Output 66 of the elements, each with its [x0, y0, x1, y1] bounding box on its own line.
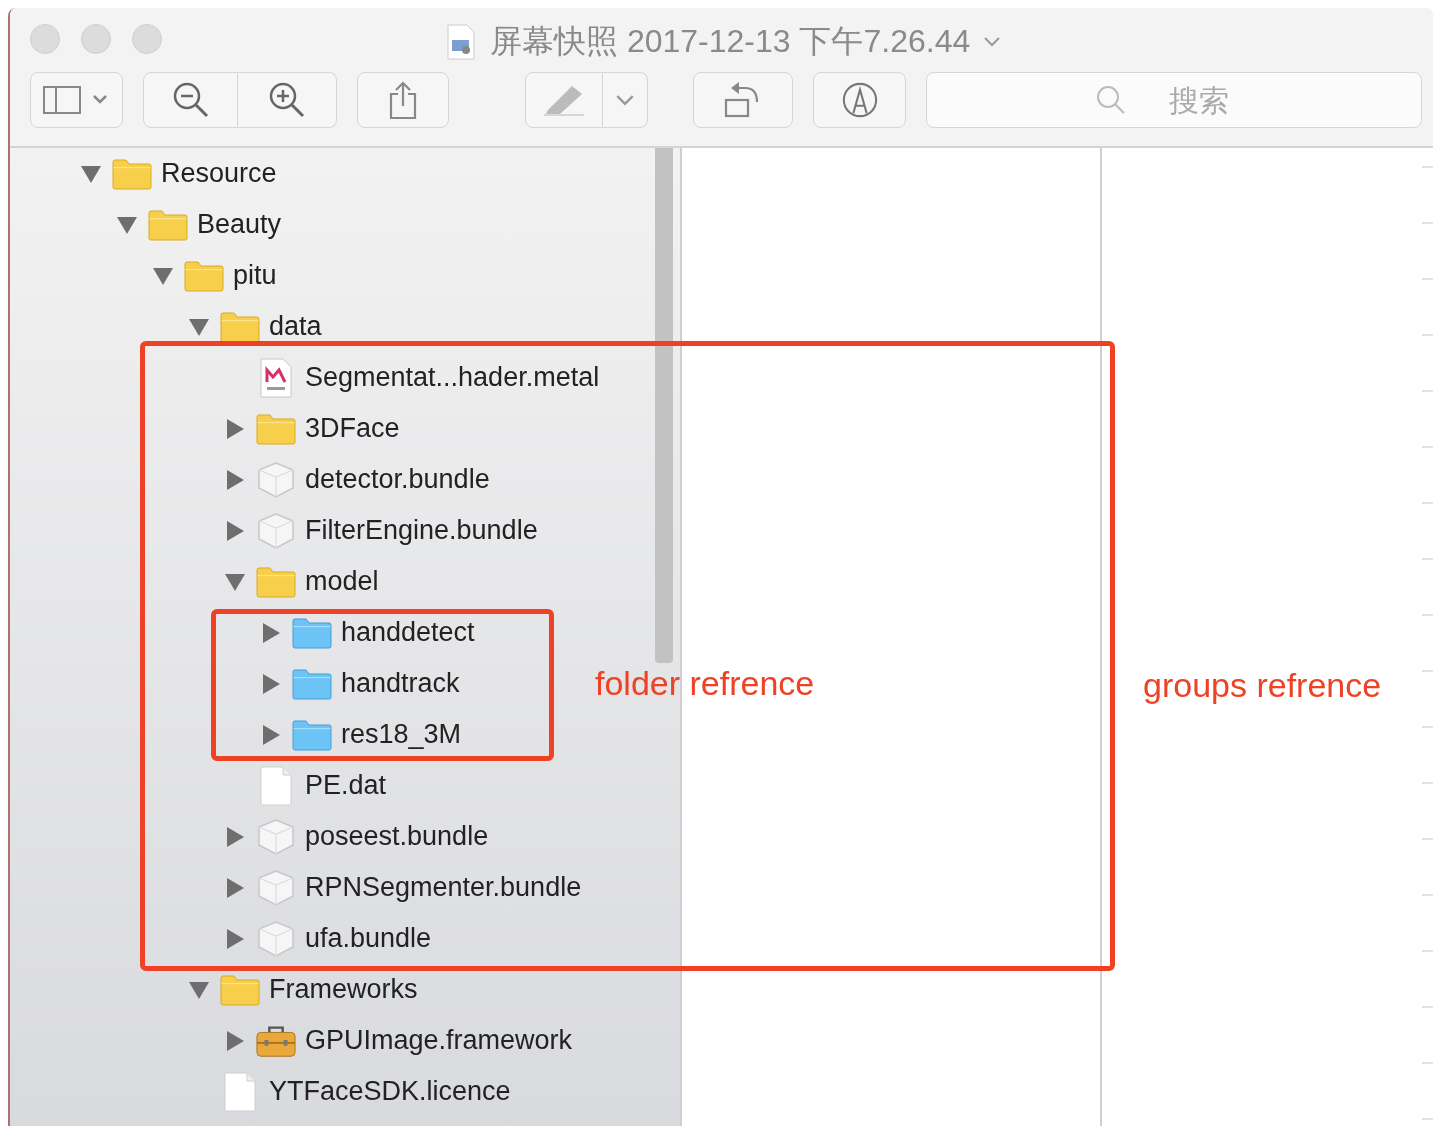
zoom-out-button[interactable] [143, 72, 238, 128]
search-field[interactable]: 搜索 [926, 72, 1422, 128]
folder-icon [256, 565, 296, 598]
file-name[interactable]: res18_3M [341, 719, 462, 750]
expand-arrow-icon[interactable] [260, 672, 282, 695]
folder-icon [148, 208, 188, 241]
metal-file-icon [259, 357, 293, 398]
window-title: 屏幕快照 2017-12-13 下午7.26.44 [490, 22, 971, 61]
cube-icon [256, 459, 296, 500]
zoom-in-button[interactable] [238, 72, 337, 128]
expand-arrow-icon[interactable] [224, 468, 246, 491]
file-name[interactable]: FilterEngine.bundle [305, 515, 538, 546]
share-button[interactable] [357, 72, 449, 128]
expand-arrow-icon[interactable] [224, 825, 246, 848]
folder-icon [220, 973, 260, 1006]
folder-icon [256, 412, 296, 445]
file-name[interactable]: ufa.bundle [305, 923, 432, 954]
file-name[interactable]: Segmentat...hader.metal [305, 362, 600, 393]
expand-arrow-icon[interactable] [224, 927, 246, 950]
folder-icon [292, 616, 332, 649]
image-file-icon [446, 24, 476, 60]
cube-icon [256, 918, 296, 959]
file-name[interactable]: model [305, 566, 379, 597]
file-name[interactable]: detector.bundle [305, 464, 490, 495]
annotation-label: groups refrence [1143, 666, 1382, 705]
expand-arrow-icon[interactable] [224, 519, 246, 542]
file-name[interactable]: PE.dat [305, 770, 387, 801]
folder-icon [112, 157, 152, 190]
file-name[interactable]: Resource [161, 158, 277, 189]
file-name[interactable]: poseest.bundle [305, 821, 489, 852]
folder-icon [220, 310, 260, 343]
file-name[interactable]: handdetect [341, 617, 475, 648]
folder-icon [184, 259, 224, 292]
sidebar-toggle-button[interactable] [30, 72, 123, 128]
file-name[interactable]: Frameworks [269, 974, 418, 1005]
file-icon [223, 1071, 257, 1112]
expand-arrow-icon[interactable] [224, 876, 246, 899]
expand-arrow-icon[interactable] [224, 1029, 246, 1052]
file-name[interactable]: GPUImage.framework [305, 1025, 573, 1056]
folder-icon [292, 718, 332, 751]
chevron-down-icon[interactable] [984, 37, 1001, 47]
file-name[interactable]: handtrack [341, 668, 460, 699]
file-name[interactable]: YTFaceSDK.licence [269, 1076, 511, 1107]
file-name[interactable]: 3DFace [305, 413, 400, 444]
markup-icon [840, 81, 879, 119]
file-name[interactable]: RPNSegmenter.bundle [305, 872, 582, 903]
scrollbar[interactable] [655, 148, 673, 663]
search-icon [1096, 85, 1126, 115]
file-icon [259, 765, 293, 806]
expand-arrow-icon[interactable] [260, 621, 282, 644]
zoom-in-icon [267, 80, 307, 120]
folder-icon [292, 667, 332, 700]
file-name[interactable]: Beauty [197, 209, 282, 240]
annotation-label: folder refrence [595, 664, 815, 703]
rotate-button[interactable] [693, 72, 793, 128]
file-name[interactable]: pitu [233, 260, 277, 291]
chevron-down-icon [616, 94, 634, 106]
expand-arrow-icon[interactable] [260, 723, 282, 746]
cube-icon [256, 816, 296, 857]
cube-icon [256, 867, 296, 908]
pen-icon [542, 84, 586, 116]
cube-icon [256, 510, 296, 551]
markup-button[interactable] [813, 72, 906, 128]
file-name[interactable]: data [269, 311, 322, 342]
expand-arrow-icon[interactable] [224, 417, 246, 440]
share-icon [388, 80, 418, 120]
